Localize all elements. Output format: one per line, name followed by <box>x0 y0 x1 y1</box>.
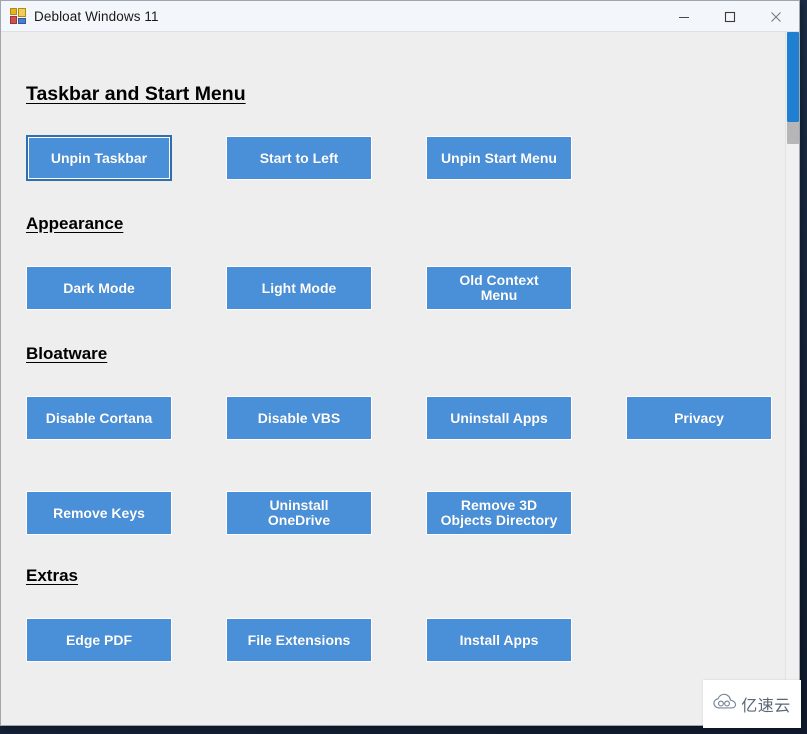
maximize-icon <box>724 11 736 23</box>
section-heading-appearance: Appearance <box>26 214 124 233</box>
section-heading-extras: Extras <box>26 566 78 585</box>
close-button[interactable] <box>753 1 799 32</box>
vb-form-icon <box>10 8 26 24</box>
button-disable-cortana[interactable]: Disable Cortana <box>26 396 172 440</box>
minimize-icon <box>678 11 690 23</box>
desktop-background: Debloat Windows 11 Taskbar and Start Men… <box>0 0 807 734</box>
button-unpin-start-menu[interactable]: Unpin Start Menu <box>426 136 572 180</box>
button-edge-pdf[interactable]: Edge PDF <box>26 618 172 662</box>
cloud-icon <box>713 693 737 715</box>
button-uninstall-onedrive[interactable]: Uninstall OneDrive <box>226 491 372 535</box>
client-area: Taskbar and Start Menu Appearance Bloatw… <box>1 32 799 725</box>
button-file-extensions[interactable]: File Extensions <box>226 618 372 662</box>
button-uninstall-apps[interactable]: Uninstall Apps <box>426 396 572 440</box>
button-old-context-menu[interactable]: Old Context Menu <box>426 266 572 310</box>
maximize-button[interactable] <box>707 1 753 32</box>
application-window: Debloat Windows 11 Taskbar and Start Men… <box>0 0 800 726</box>
vertical-scrollbar-thumb-secondary[interactable] <box>787 122 799 144</box>
minimize-button[interactable] <box>661 1 707 32</box>
button-unpin-taskbar[interactable]: Unpin Taskbar <box>26 135 172 181</box>
vertical-scrollbar-thumb[interactable] <box>787 32 799 122</box>
content-panel: Taskbar and Start Menu Appearance Bloatw… <box>1 32 787 725</box>
button-light-mode[interactable]: Light Mode <box>226 266 372 310</box>
button-disable-vbs[interactable]: Disable VBS <box>226 396 372 440</box>
title-bar: Debloat Windows 11 <box>1 1 799 32</box>
section-heading-taskbar-and-start-menu: Taskbar and Start Menu <box>26 83 246 105</box>
window-title: Debloat Windows 11 <box>34 8 159 24</box>
watermark-text: 亿速云 <box>741 698 791 715</box>
vertical-scrollbar[interactable] <box>785 32 799 725</box>
button-privacy[interactable]: Privacy <box>626 396 772 440</box>
watermark: 亿速云 <box>703 680 801 728</box>
button-remove-3d-objects-directory[interactable]: Remove 3D Objects Directory <box>426 491 572 535</box>
window-controls <box>661 1 799 32</box>
close-icon <box>770 11 782 23</box>
button-remove-keys[interactable]: Remove Keys <box>26 491 172 535</box>
section-heading-bloatware: Bloatware <box>26 344 108 363</box>
button-start-to-left[interactable]: Start to Left <box>226 136 372 180</box>
button-install-apps[interactable]: Install Apps <box>426 618 572 662</box>
button-dark-mode[interactable]: Dark Mode <box>26 266 172 310</box>
